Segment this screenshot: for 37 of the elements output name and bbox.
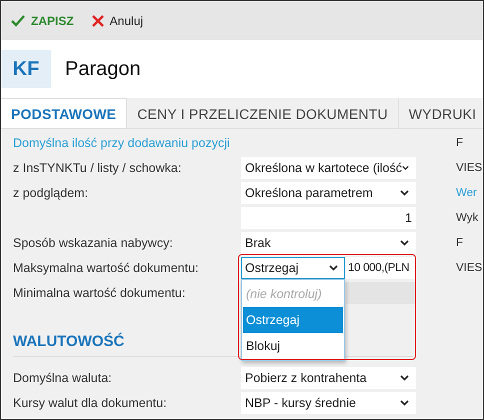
tab[interactable]: PODSTAWOWE [1, 98, 128, 128]
field-label: z InsTYNKTu / listy / schowka: [13, 160, 182, 174]
close-icon [92, 14, 104, 26]
dropdown[interactable]: Brak [241, 232, 416, 254]
amount-field[interactable]: 10 000,(PLN [346, 256, 416, 278]
dropdown[interactable]: NBP - kursy średnie [241, 392, 416, 414]
number-field[interactable]: 1 [241, 206, 416, 228]
dropdown[interactable]: Określona parametrem [241, 182, 416, 204]
chevron-down-icon [400, 240, 409, 246]
tab[interactable]: WYDRUKI [398, 98, 483, 128]
chevron-down-icon [402, 164, 409, 170]
label: VIES [456, 262, 483, 274]
chevron-down-icon [329, 264, 338, 270]
field-label: Maksymalna wartość dokumentu: [13, 260, 200, 274]
chevron-down-icon [400, 190, 409, 196]
label: VIES [456, 162, 483, 174]
window-title: Paragon [65, 58, 141, 80]
tab[interactable]: CENY I PRZELICZENIE DOKUMENTU [127, 98, 399, 128]
dropdown[interactable]: Ostrzegaj [241, 256, 345, 278]
label: F [456, 236, 464, 248]
field-label: Domyślna waluta: [13, 370, 113, 384]
logo-badge: KF [1, 50, 51, 88]
field-label: Kursy walut dla dokumentu: [13, 396, 168, 410]
label: F [456, 136, 464, 148]
dropdown-option[interactable]: Ostrzegaj [243, 306, 343, 332]
checkmark-icon [11, 14, 25, 26]
field-label: z podglądem: [13, 186, 90, 200]
field-label: Sposób wskazania nabywcy: [13, 236, 174, 250]
dropdown[interactable]: Określona w kartotece (ilość [241, 156, 416, 178]
field-label: Minimalna wartość dokumentu: [13, 286, 186, 300]
chevron-down-icon [400, 374, 409, 380]
label: Wyk [456, 212, 480, 224]
dropdown[interactable]: Pobierz z kontrahenta [241, 366, 416, 388]
chevron-down-icon [400, 400, 409, 406]
disabled-field [346, 282, 416, 304]
cancel-button[interactable]: Anuluj [90, 12, 146, 30]
save-button[interactable]: ZAPISZ [9, 12, 76, 30]
